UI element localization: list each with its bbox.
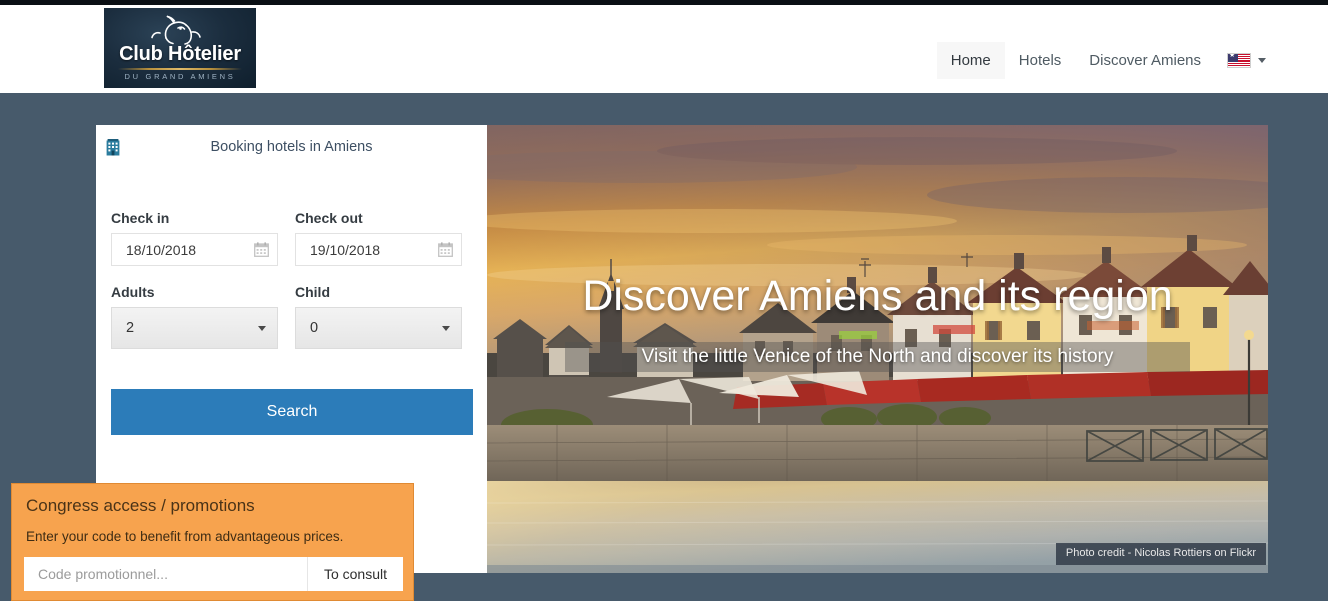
child-value: 0 [310,319,319,336]
checkout-field: Check out 19/10/2018 [295,210,462,266]
site-logo[interactable]: Club Hôtelier DU GRAND AMIENS [104,8,256,88]
page-root: Club Hôtelier DU GRAND AMIENS Home Hotel… [0,0,1328,601]
main-navigation: Home Hotels Discover Amiens [936,39,1266,81]
adults-value: 2 [126,319,135,336]
promo-code-form: To consult [24,557,403,591]
hero-subtitle: Visit the little Venice of the North and… [565,342,1190,372]
adults-label: Adults [111,284,155,300]
booking-card-header: Booking hotels in Amiens [96,125,487,177]
checkin-label: Check in [111,210,170,226]
date-fields-row: Check in 18/10/2018 Check out 19/10/2018 [111,210,473,266]
search-button[interactable]: Search [111,389,473,435]
hero-banner: Discover Amiens and its region Visit the… [487,125,1268,573]
chevron-down-icon [258,325,266,331]
hero-title: Discover Amiens and its region [582,272,1173,320]
nav-item-hotels[interactable]: Hotels [1005,42,1076,79]
language-selector[interactable] [1227,52,1266,68]
promo-code-input[interactable] [24,557,307,591]
photo-credit: Photo credit - Nicolas Rottiers on Flick… [1055,542,1266,565]
nav-item-discover-amiens[interactable]: Discover Amiens [1075,42,1215,79]
logo-title: Club Hôtelier [119,43,241,65]
checkout-value: 19/10/2018 [310,241,381,258]
content-area: Discover Amiens and its region Visit the… [0,93,1328,601]
child-field: Child 0 [295,284,462,349]
checkin-input[interactable]: 18/10/2018 [111,232,278,266]
checkout-input[interactable]: 19/10/2018 [295,232,462,266]
child-label: Child [295,284,330,300]
top-strip [0,0,1328,5]
promotions-subtitle: Enter your code to benefit from advantag… [26,529,344,544]
checkin-field: Check in 18/10/2018 [111,210,278,266]
promotions-panel: Congress access / promotions Enter your … [11,483,414,601]
chevron-down-icon [1258,57,1266,63]
calendar-icon[interactable] [438,242,453,257]
child-select[interactable]: 0 [295,306,462,349]
booking-card-title: Booking hotels in Amiens [210,139,373,155]
calendar-icon[interactable] [254,242,269,257]
checkin-value: 18/10/2018 [126,241,197,258]
to-consult-button[interactable]: To consult [307,557,403,591]
site-header: Club Hôtelier DU GRAND AMIENS Home Hotel… [0,5,1328,93]
chevron-down-icon [442,325,450,331]
adults-select[interactable]: 2 [111,306,278,349]
adults-field: Adults 2 [111,284,278,349]
us-flag-icon [1227,52,1251,68]
promotions-title: Congress access / promotions [26,496,255,515]
checkout-label: Check out [295,210,363,226]
guest-fields-row: Adults 2 Child 0 [111,284,473,349]
logo-subtitle: DU GRAND AMIENS [124,72,236,81]
nav-item-home[interactable]: Home [936,41,1005,79]
logo-gold-rule [118,68,242,70]
